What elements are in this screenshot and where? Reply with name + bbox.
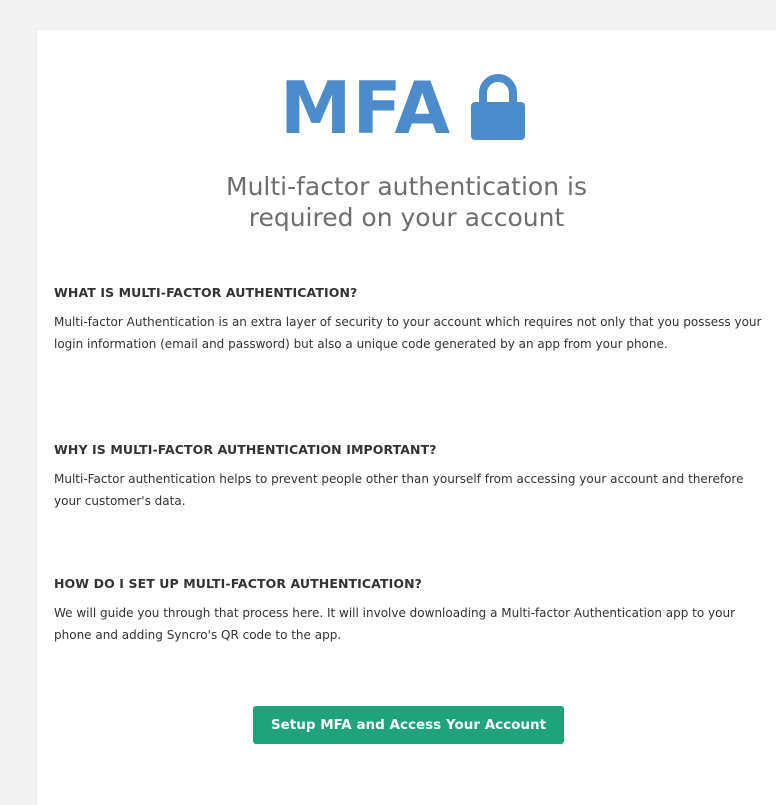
section-what-is-mfa: WHAT IS MULTI-FACTOR AUTHENTICATION? Mul… bbox=[54, 285, 766, 355]
section-heading: WHY IS MULTI-FACTOR AUTHENTICATION IMPOR… bbox=[54, 442, 437, 457]
page-title: Multi-factor authentication is required … bbox=[37, 171, 776, 233]
page-title-line-2: required on your account bbox=[248, 203, 565, 232]
section-body: Multi-Factor authentication helps to pre… bbox=[54, 472, 744, 508]
section-how-to-setup: HOW DO I SET UP MULTI-FACTOR AUTHENTICAT… bbox=[54, 576, 766, 646]
section-heading: WHAT IS MULTI-FACTOR AUTHENTICATION? bbox=[54, 285, 358, 300]
section-why-important: WHY IS MULTI-FACTOR AUTHENTICATION IMPOR… bbox=[54, 442, 766, 512]
section-heading: HOW DO I SET UP MULTI-FACTOR AUTHENTICAT… bbox=[54, 576, 422, 591]
page-title-line-1: Multi-factor authentication is bbox=[226, 172, 587, 201]
section-body: We will guide you through that process h… bbox=[54, 606, 736, 642]
setup-mfa-button[interactable]: Setup MFA and Access Your Account bbox=[253, 706, 564, 744]
logo-text: MFA bbox=[279, 66, 452, 150]
mfa-card: MFA Multi-factor authentication is requi… bbox=[37, 30, 776, 805]
section-body: Multi-factor Authentication is an extra … bbox=[54, 315, 762, 351]
lock-icon bbox=[471, 74, 526, 140]
mfa-logo: MFA bbox=[37, 68, 776, 148]
